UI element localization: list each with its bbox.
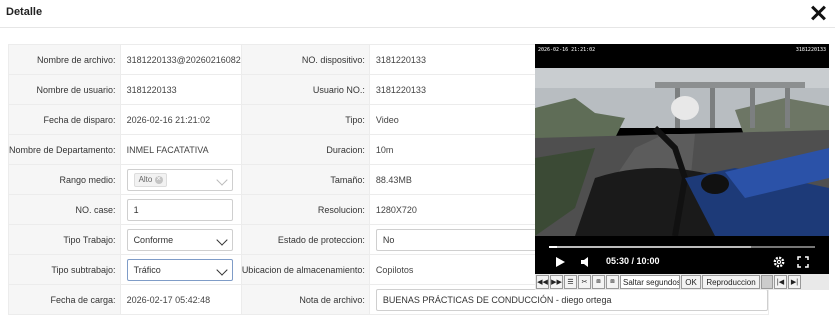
trigger-date-label: Fecha de disparo:: [8, 104, 121, 135]
toolbar-slider[interactable]: [761, 275, 773, 289]
media-range-tag: Alto: [133, 172, 168, 187]
case-no-input[interactable]: 1: [126, 198, 233, 221]
file-note-label: Nota de archivo:: [240, 284, 370, 315]
video-timestamp-right: 3181220133: [795, 47, 826, 53]
playback-button[interactable]: Reproduccion: [702, 275, 760, 289]
forward-fast-icon[interactable]: ▶▶: [550, 275, 563, 289]
playback-toolbar: ◀◀ ▶▶ ☰ ✂ ⧈ ⧈ Saltar segundos OK Reprodu…: [535, 274, 829, 290]
gear-icon[interactable]: [773, 256, 785, 268]
fullscreen-icon[interactable]: [797, 256, 809, 268]
upload-date-value: 2026-02-17 05:42:48: [119, 284, 242, 315]
video-controls: 05:30 / 10:00: [535, 236, 829, 274]
department-label: Nombre de Departamento:: [8, 134, 121, 165]
video-frame: [535, 68, 829, 236]
user-name-label: Nombre de usuario:: [8, 74, 121, 105]
dialog-title: Detalle: [6, 6, 43, 18]
case-no-label: NO. case:: [8, 194, 121, 225]
user-no-label: Usuario NO.:: [240, 74, 370, 105]
media-range-cell: Alto: [119, 164, 242, 195]
skip-seconds-input[interactable]: Saltar segundos: [620, 275, 680, 289]
dialog-header: Detalle: [0, 0, 835, 28]
trigger-date-value: 2026-02-16 21:21:02: [119, 104, 242, 135]
size-label: Tamaño:: [240, 164, 370, 195]
tag-remove-icon[interactable]: [155, 174, 164, 184]
rewind-fast-icon[interactable]: ◀◀: [536, 275, 549, 289]
video-buffer-bar: [549, 246, 752, 248]
type-label: Tipo:: [240, 104, 370, 135]
subwork-type-value: Tráfico: [133, 264, 161, 275]
chevron-down-icon: [216, 263, 228, 276]
media-range-tag-label: Alto: [138, 175, 153, 184]
storage-location-label: Ubicacion de almacenamiento:: [240, 254, 370, 285]
work-type-select[interactable]: Conforme: [126, 228, 233, 251]
file-note-input[interactable]: BUENAS PRÁCTICAS DE CONDUCCIÓN - diego o…: [375, 288, 768, 311]
protection-status-value: No: [382, 234, 395, 245]
department-value: INMEL FACATATIVA: [119, 134, 242, 165]
chevron-down-icon: [216, 173, 228, 186]
work-type-label: Tipo Trabajo:: [8, 224, 121, 255]
frame-back-icon[interactable]: ⧈: [592, 275, 605, 289]
skip-start-icon[interactable]: |◀: [774, 275, 787, 289]
work-type-value: Conforme: [133, 234, 174, 245]
duration-label: Duracion:: [240, 134, 370, 165]
upload-date-label: Fecha de carga:: [8, 284, 121, 315]
resolution-label: Resolucion:: [240, 194, 370, 225]
skip-end-icon[interactable]: ▶|: [788, 275, 801, 289]
file-name-label: Nombre de archivo:: [8, 44, 121, 75]
media-range-select[interactable]: Alto: [126, 168, 233, 191]
subwork-type-label: Tipo subtrabajo:: [8, 254, 121, 285]
video-time: 05:30 / 10:00: [606, 256, 660, 266]
ok-button[interactable]: OK: [681, 275, 701, 289]
video-progress-bar[interactable]: [549, 246, 815, 248]
scissors-icon[interactable]: ✂: [578, 275, 591, 289]
user-name-value: 3181220133: [119, 74, 242, 105]
close-icon[interactable]: [809, 4, 827, 22]
frame-forward-icon[interactable]: ⧈: [606, 275, 619, 289]
play-icon[interactable]: [554, 256, 566, 268]
video-timestamp-left: 2026-02-16 21:21:02: [538, 47, 596, 53]
case-no-cell: 1: [119, 194, 242, 225]
subwork-type-select[interactable]: Tráfico: [126, 258, 233, 281]
list-icon[interactable]: ☰: [564, 275, 577, 289]
work-type-cell: Conforme: [119, 224, 242, 255]
media-range-label: Rango medio:: [8, 164, 121, 195]
subwork-type-cell: Tráfico: [119, 254, 242, 285]
volume-icon[interactable]: [580, 256, 592, 268]
device-no-label: NO. dispositivo:: [240, 44, 370, 75]
chevron-down-icon: [216, 233, 228, 246]
file-name-value: 3181220133@20260216082: [119, 44, 242, 75]
protection-status-label: Estado de proteccion:: [240, 224, 370, 255]
